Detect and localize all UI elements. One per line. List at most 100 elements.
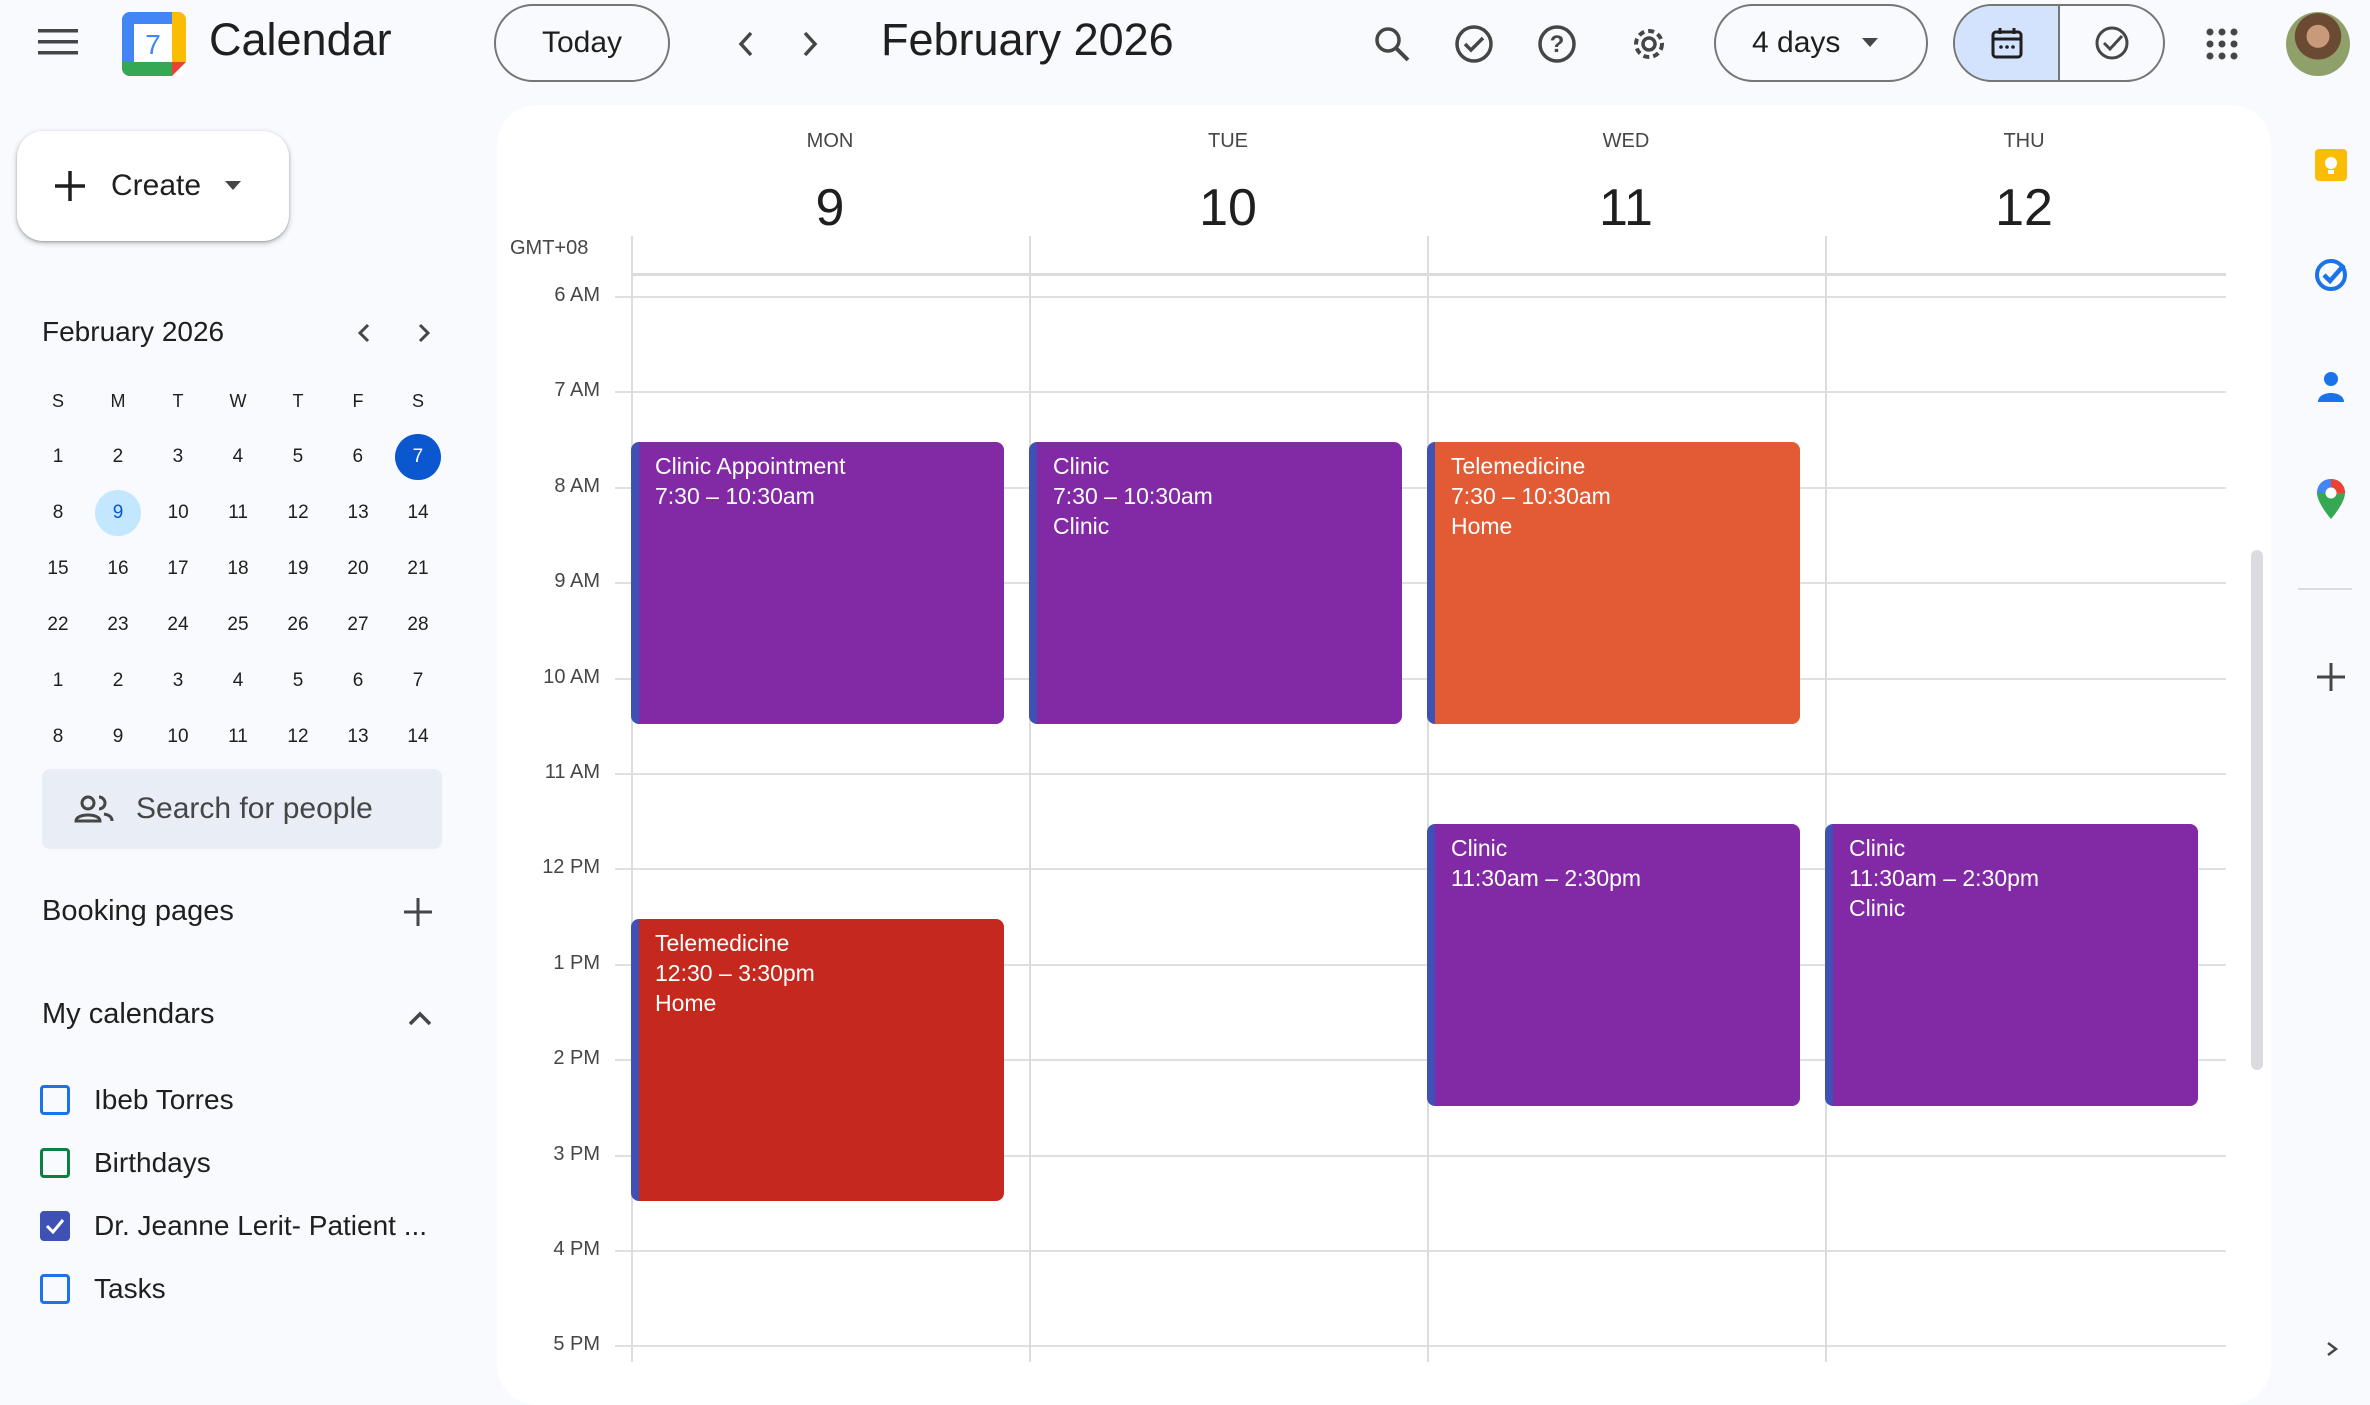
mini-day[interactable]: 16 <box>88 546 148 592</box>
calendar-list-item[interactable]: Birthdays <box>40 1131 427 1194</box>
mini-weekday-label: T <box>292 390 304 411</box>
calendar-event[interactable]: Clinic 11:30am – 2:30pm Clinic <box>1825 823 2198 1106</box>
google-tasks-icon[interactable] <box>2308 252 2354 298</box>
event-title: Clinic Appointment <box>655 453 846 480</box>
event-title: Clinic <box>1053 453 1110 480</box>
mini-day[interactable]: 10 <box>148 714 208 760</box>
mini-day[interactable]: 6 <box>328 658 388 704</box>
settings-gear-icon[interactable] <box>1625 22 1673 66</box>
mini-prev-month-icon[interactable] <box>348 316 380 350</box>
mini-day[interactable]: 4 <box>208 434 268 480</box>
mini-day[interactable]: 7 <box>395 434 441 480</box>
mini-next-month-icon[interactable] <box>408 316 440 350</box>
mini-day[interactable]: 3 <box>148 434 208 480</box>
mini-day[interactable]: 13 <box>328 490 388 536</box>
event-location: Clinic <box>1849 894 1906 921</box>
calendar-event[interactable]: Telemedicine 12:30 – 3:30pm Home <box>631 919 1004 1202</box>
mini-day[interactable]: 9 <box>95 490 141 536</box>
mini-day[interactable]: 7 <box>388 658 448 704</box>
svg-text:7: 7 <box>145 29 161 60</box>
calendar-view-toggle[interactable] <box>1955 6 2060 80</box>
mini-day[interactable]: 27 <box>328 602 388 648</box>
mini-day[interactable]: 17 <box>148 546 208 592</box>
mini-day[interactable]: 14 <box>388 490 448 536</box>
main-menu-icon[interactable] <box>34 22 82 62</box>
mini-day[interactable]: 10 <box>148 490 208 536</box>
view-selector-dropdown[interactable]: 4 days <box>1714 4 1928 82</box>
calendar-checkbox[interactable] <box>40 1147 70 1178</box>
mini-day[interactable]: 4 <box>208 658 268 704</box>
mini-day[interactable]: 8 <box>28 714 88 760</box>
mini-day[interactable]: 18 <box>208 546 268 592</box>
search-people-placeholder: Search for people <box>136 792 373 825</box>
mini-day[interactable]: 6 <box>328 434 388 480</box>
mini-day[interactable]: 1 <box>28 658 88 704</box>
calendar-checkbox[interactable] <box>40 1210 70 1241</box>
calendar-list-item[interactable]: Ibeb Torres <box>40 1068 427 1131</box>
mini-day[interactable]: 15 <box>28 546 88 592</box>
plus-icon <box>55 171 85 201</box>
mini-day[interactable]: 5 <box>268 658 328 704</box>
mini-day[interactable]: 8 <box>28 490 88 536</box>
mini-day[interactable]: 14 <box>388 714 448 760</box>
next-week-icon[interactable] <box>788 22 832 66</box>
get-addons-plus-icon[interactable] <box>2308 654 2354 700</box>
mini-day[interactable]: 2 <box>88 658 148 704</box>
today-button[interactable]: Today <box>494 4 670 82</box>
tasks-check-icon[interactable] <box>1450 22 1498 66</box>
mini-day[interactable]: 11 <box>208 490 268 536</box>
event-title: Clinic <box>1451 834 1508 861</box>
calendar-event[interactable]: Telemedicine 7:30 – 10:30am Home <box>1427 442 1800 725</box>
dropdown-arrow-icon[interactable] <box>225 181 242 191</box>
maps-icon[interactable] <box>2308 474 2354 524</box>
mini-day[interactable]: 26 <box>268 602 328 648</box>
calendar-name: Dr. Jeanne Lerit- Patient ... <box>94 1209 428 1241</box>
contacts-icon[interactable] <box>2308 364 2354 410</box>
calendar-list-item[interactable]: Dr. Jeanne Lerit- Patient ... <box>40 1194 427 1257</box>
calendar-list-item[interactable]: Tasks <box>40 1257 427 1320</box>
add-booking-page-icon[interactable] <box>398 892 438 932</box>
mini-day[interactable]: 21 <box>388 546 448 592</box>
mini-day[interactable]: 11 <box>208 714 268 760</box>
expand-side-panel-icon[interactable] <box>2318 1338 2348 1360</box>
mini-day[interactable]: 20 <box>328 546 388 592</box>
grid-scrollbar[interactable] <box>2251 550 2263 1070</box>
search-icon[interactable] <box>1368 22 1416 66</box>
mini-day[interactable]: 25 <box>208 602 268 648</box>
mini-day[interactable]: 5 <box>268 434 328 480</box>
mini-weekday-label: S <box>411 390 424 411</box>
event-time: 12:30 – 3:30pm <box>655 960 815 987</box>
mini-day[interactable]: 28 <box>388 602 448 648</box>
google-apps-icon[interactable] <box>2200 22 2244 66</box>
keep-notes-icon[interactable] <box>2308 142 2354 188</box>
help-icon[interactable]: ? <box>1533 22 1581 66</box>
mini-day[interactable]: 22 <box>28 602 88 648</box>
calendar-checkbox[interactable] <box>40 1084 70 1115</box>
mini-day[interactable]: 12 <box>268 714 328 760</box>
my-calendars-heading[interactable]: My calendars <box>42 998 214 1031</box>
previous-week-icon[interactable] <box>724 22 768 66</box>
calendar-tasks-toggle[interactable] <box>1953 4 2165 82</box>
event-title: Clinic <box>1849 834 1906 861</box>
mini-day[interactable]: 12 <box>268 490 328 536</box>
search-people-input[interactable]: Search for people <box>42 769 442 849</box>
calendar-event[interactable]: Clinic Appointment 7:30 – 10:30am <box>631 442 1004 725</box>
mini-day[interactable]: 24 <box>148 602 208 648</box>
tasks-view-toggle[interactable] <box>2060 6 2163 80</box>
mini-day[interactable]: 3 <box>148 658 208 704</box>
event-time: 7:30 – 10:30am <box>1053 483 1213 510</box>
calendar-checkbox[interactable] <box>40 1273 70 1304</box>
mini-day[interactable]: 9 <box>88 714 148 760</box>
create-button[interactable]: Create <box>17 131 289 241</box>
mini-day[interactable]: 19 <box>268 546 328 592</box>
mini-day[interactable]: 13 <box>328 714 388 760</box>
dropdown-arrow-icon <box>1862 38 1879 47</box>
collapse-chevron-icon[interactable] <box>400 998 440 1038</box>
account-avatar[interactable] <box>2286 12 2350 76</box>
mini-day[interactable]: 1 <box>28 434 88 480</box>
mini-day[interactable]: 23 <box>88 602 148 648</box>
calendar-event[interactable]: Clinic 11:30am – 2:30pm <box>1427 823 1800 1106</box>
mini-day[interactable]: 2 <box>88 434 148 480</box>
calendar-event[interactable]: Clinic 7:30 – 10:30am Clinic <box>1029 442 1402 725</box>
side-panel-divider <box>2298 588 2352 590</box>
